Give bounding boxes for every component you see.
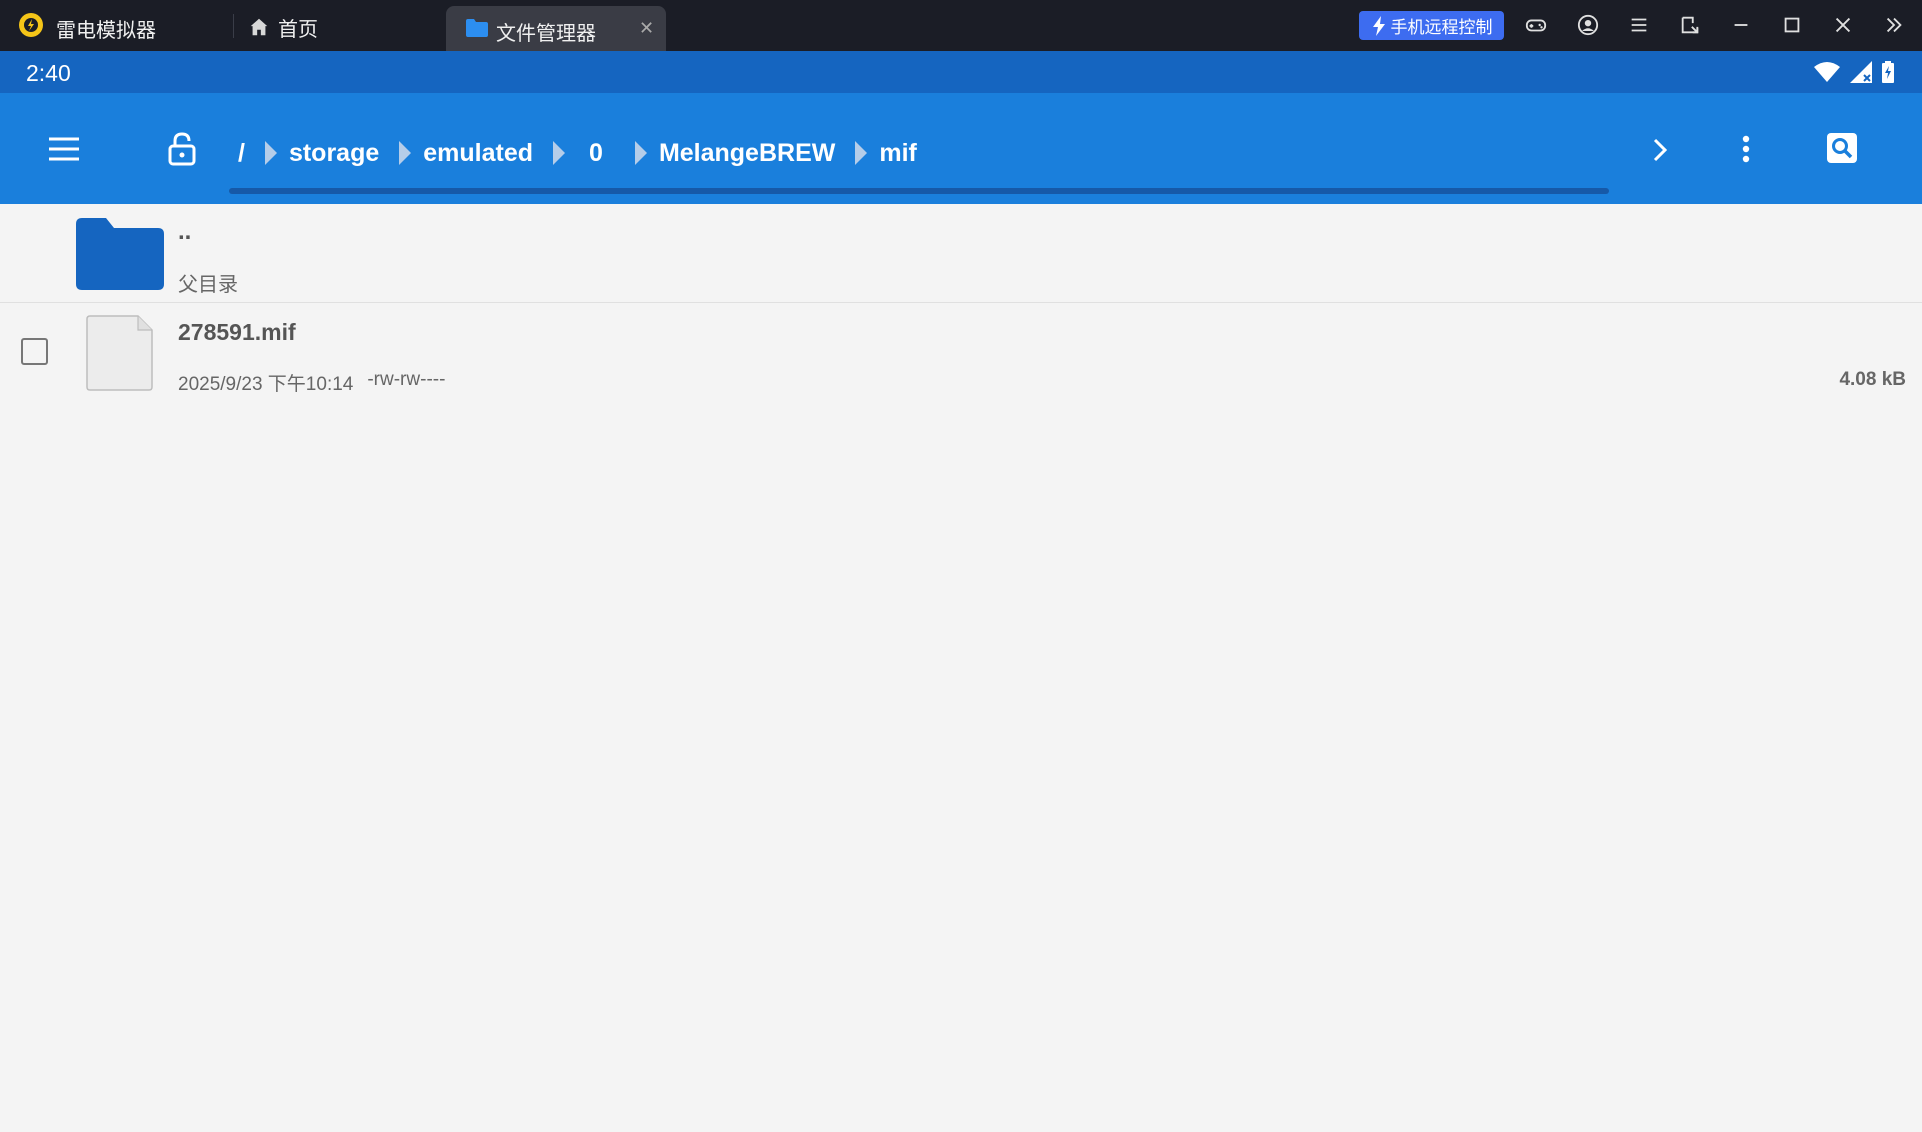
status-clock: 2:40	[26, 60, 71, 86]
menu-icon[interactable]	[1626, 12, 1652, 38]
close-window-icon[interactable]	[1830, 12, 1856, 38]
tab-home-label: 首页	[278, 18, 318, 41]
gamepad-icon[interactable]	[1523, 12, 1549, 38]
wifi-icon	[1814, 62, 1840, 82]
parent-directory-row[interactable]: .. 父目录	[0, 204, 1922, 303]
file-icon	[86, 315, 153, 391]
chevron-forward-icon[interactable]	[1646, 133, 1674, 167]
breadcrumb-mif[interactable]: mif	[871, 139, 925, 168]
chevron-right-icon	[855, 141, 868, 165]
emulator-titlebar: 雷电模拟器 首页 文件管理器 ✕ 手机远程控制	[0, 0, 1922, 51]
drawer-menu-icon[interactable]	[44, 131, 84, 167]
chevron-right-icon	[399, 141, 412, 165]
unlock-icon[interactable]	[164, 129, 200, 169]
parent-dir-label: 父目录	[178, 274, 238, 296]
tab-home[interactable]: 首页	[248, 14, 318, 41]
tab-divider	[233, 14, 234, 38]
breadcrumb-melangebrew[interactable]: MelangeBREW	[651, 139, 843, 168]
breadcrumb: / storage emulated 0 MelangeBREW mif	[230, 135, 925, 171]
chevron-right-icon	[634, 141, 647, 165]
lightning-icon	[1372, 15, 1385, 36]
resize-window-icon[interactable]	[1677, 12, 1703, 38]
file-permissions: -rw-rw----	[367, 369, 446, 390]
search-icon[interactable]	[1826, 132, 1858, 164]
chevron-right-icon	[264, 141, 277, 165]
leidian-logo-icon	[19, 13, 43, 37]
home-icon	[250, 18, 268, 36]
file-name: 278591.mif	[178, 319, 296, 345]
maximize-icon[interactable]	[1779, 12, 1805, 38]
tab-file-manager-label: 文件管理器	[496, 23, 596, 45]
folder-icon	[466, 19, 488, 37]
file-select-checkbox[interactable]	[21, 338, 48, 365]
folder-icon	[76, 218, 164, 290]
chevron-right-icon	[553, 141, 566, 165]
file-size: 4.08 kB	[1839, 369, 1906, 390]
file-row[interactable]: 278591.mif 2025/9/23 下午10:14 -rw-rw---- …	[0, 303, 1922, 399]
remote-control-button[interactable]: 手机远程控制	[1359, 11, 1504, 40]
battery-icon	[1882, 61, 1894, 83]
parent-dir-name: ..	[178, 218, 192, 245]
android-statusbar: 2:40	[0, 51, 1922, 93]
signal-icon	[1850, 61, 1872, 83]
breadcrumb-emulated[interactable]: emulated	[415, 139, 541, 168]
breadcrumb-scrollbar[interactable]	[229, 188, 1609, 194]
app-name: 雷电模拟器	[56, 20, 156, 42]
remote-control-label: 手机远程控制	[1390, 18, 1493, 37]
breadcrumb-0[interactable]: 0	[569, 139, 623, 168]
breadcrumb-storage[interactable]: storage	[281, 139, 387, 168]
expand-sidebar-icon[interactable]	[1881, 12, 1907, 38]
more-options-icon[interactable]	[1732, 131, 1760, 167]
minimize-icon[interactable]	[1728, 12, 1754, 38]
file-date: 2025/9/23 下午10:14	[178, 374, 354, 395]
status-icons	[1814, 61, 1894, 83]
file-manager-toolbar: / storage emulated 0 MelangeBREW mif	[0, 93, 1922, 204]
close-tab-icon[interactable]: ✕	[639, 18, 654, 39]
file-meta: 2025/9/23 下午10:14 -rw-rw----	[178, 369, 445, 396]
account-icon[interactable]	[1575, 12, 1601, 38]
tab-file-manager[interactable]: 文件管理器 ✕	[446, 6, 666, 51]
breadcrumb-root[interactable]: /	[230, 139, 253, 168]
